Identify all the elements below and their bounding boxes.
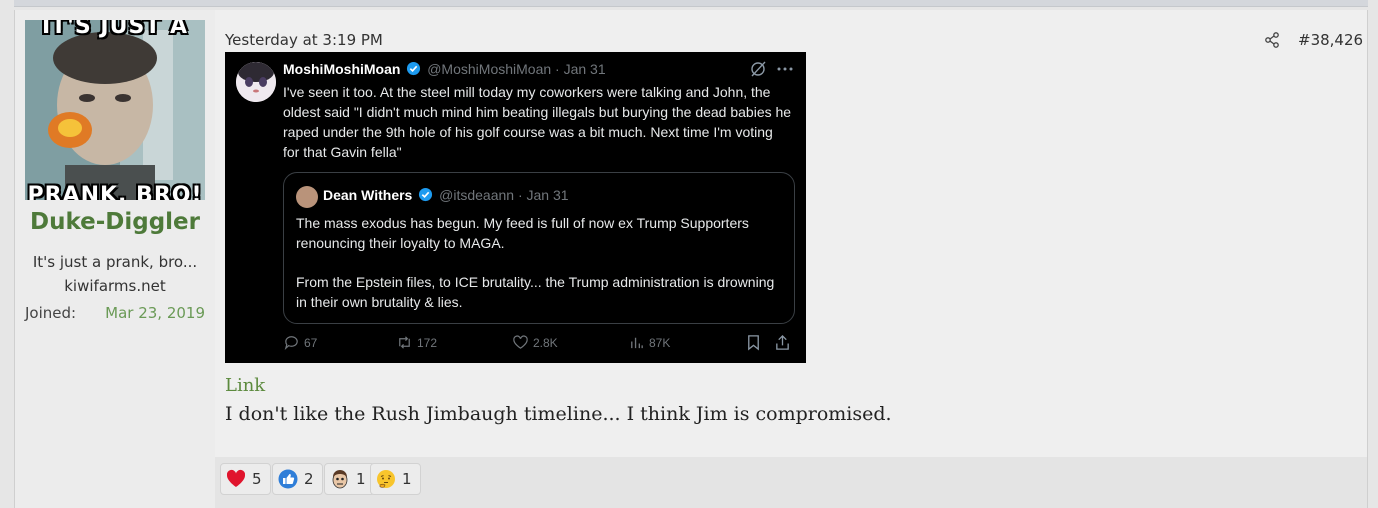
repost-icon — [399, 336, 410, 349]
reply-stat: 67 — [283, 334, 317, 351]
quoted-text-2: From the Epstein files, to ICE brutality… — [296, 274, 775, 310]
embedded-tweet-image[interactable]: MoshiMoshiMoan @MoshiMoshiMoan · Jan 31 … — [225, 52, 806, 363]
joined-date: Mar 23, 2019 — [105, 304, 205, 322]
reaction-count: 1 — [402, 470, 412, 488]
tweet-handle: @MoshiMoshiMoan · Jan 31 — [427, 61, 606, 77]
tweet-text: I've seen it too. At the steel mill toda… — [283, 84, 792, 160]
tweet-author-name: MoshiMoshiMoan — [283, 61, 401, 77]
avatar-image — [25, 20, 205, 200]
avatar-caption-bottom: PRANK, BRO! — [27, 183, 203, 200]
reaction-count: 2 — [304, 470, 314, 488]
bookmark-stat — [745, 334, 762, 351]
heart-icon — [226, 469, 246, 487]
verified-badge-icon — [407, 61, 421, 76]
upload-icon — [776, 334, 789, 350]
like-icon — [513, 335, 528, 349]
reply-count: 67 — [304, 335, 318, 350]
username-link[interactable]: Duke-Diggler — [15, 209, 215, 235]
avatar[interactable]: IT'S JUST A PRANK, BRO! — [25, 20, 205, 200]
joined-label: Joined: — [25, 304, 77, 322]
quoted-handle: @itsdeaann · Jan 31 — [439, 187, 569, 203]
reactions-bar: 5 2 1 1 — [215, 457, 1367, 508]
reaction-heart[interactable]: 5 — [220, 463, 271, 495]
tweet-avatar — [236, 62, 276, 102]
verified-badge-icon — [419, 187, 433, 202]
tweet-author: MoshiMoshiMoan @MoshiMoshiMoan · Jan 31 — [283, 61, 606, 77]
user-title: It's just a prank, bro... — [32, 253, 198, 271]
post-date-link[interactable]: Yesterday at 3:19 PM — [225, 31, 383, 49]
post-link[interactable]: Link — [225, 375, 265, 396]
top-divider — [14, 0, 1368, 7]
share-icon[interactable] — [1264, 32, 1280, 48]
quoted-author: Dean Withers @itsdeaann · Jan 31 — [323, 187, 569, 203]
user-sidebar: IT'S JUST A PRANK, BRO! Duke-Diggler It'… — [15, 10, 215, 508]
like-count: 2.8K — [533, 335, 558, 350]
reaction-like[interactable]: 2 — [272, 463, 323, 495]
reaction-face[interactable]: 1 — [324, 463, 375, 495]
tweet-tools — [750, 60, 794, 83]
grok-icon — [751, 61, 766, 77]
bookmark-icon — [748, 335, 759, 351]
repost-stat: 172 — [396, 334, 437, 351]
share-stat — [774, 334, 791, 351]
quoted-tweet: Dean Withers @itsdeaann · Jan 31 The mas… — [283, 172, 795, 324]
tweet-actions: 67 172 2.8K 87K — [283, 334, 798, 354]
face-emoji-icon — [332, 470, 348, 489]
quoted-avatar — [296, 186, 318, 208]
like-stat: 2.8K — [512, 334, 558, 351]
views-count: 87K — [649, 335, 671, 350]
post-number-link[interactable]: #38,426 — [1298, 31, 1363, 49]
post-body-text: I don't like the Rush Jimbaugh timeline.… — [225, 403, 892, 425]
repost-count: 172 — [417, 335, 438, 350]
quoted-author-name: Dean Withers — [323, 187, 413, 203]
quoted-text-1: The mass exodus has begun. My feed is fu… — [296, 215, 749, 251]
forum-post: IT'S JUST A PRANK, BRO! Duke-Diggler It'… — [14, 10, 1368, 508]
views-icon — [631, 337, 643, 349]
thumbs-up-icon — [278, 469, 298, 489]
reaction-thinking[interactable]: 1 — [370, 463, 421, 495]
views-stat: 87K — [628, 334, 670, 351]
reply-icon — [284, 336, 298, 351]
reaction-count: 1 — [356, 470, 366, 488]
user-site: kiwifarms.net — [64, 277, 166, 295]
reaction-count: 5 — [252, 470, 262, 488]
more-icon — [777, 67, 793, 71]
avatar-caption-top: IT'S JUST A — [41, 20, 189, 39]
thinking-emoji-icon — [377, 470, 395, 488]
